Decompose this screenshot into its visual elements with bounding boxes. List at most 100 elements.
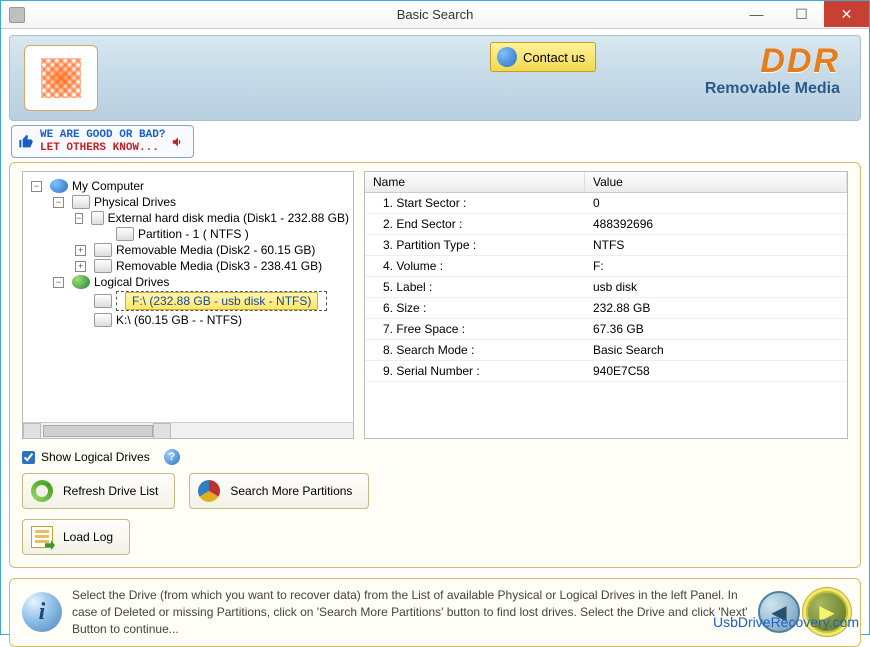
refresh-icon (31, 480, 53, 502)
logical-drive-label: F:\ (232.88 GB - usb disk - NTFS) (125, 292, 318, 310)
tree-node-logical-k[interactable]: K:\ (60.15 GB - - NTFS) (27, 312, 349, 328)
megaphone-icon (171, 135, 185, 149)
logical-drive-label: K:\ (60.15 GB - - NTFS) (116, 313, 242, 327)
feedback-line-2: LET OTHERS KNOW... (40, 142, 165, 155)
properties-grid: Name Value 1. Start Sector :02. End Sect… (364, 171, 848, 439)
button-row-2: Load Log (22, 519, 848, 555)
cell-value: 940E7C58 (585, 361, 847, 381)
expander-icon[interactable]: + (75, 245, 86, 256)
tree-node-physical-drives[interactable]: − Physical Drives (27, 194, 349, 210)
cell-name: 2. End Sector : (365, 214, 585, 234)
cell-value: 232.88 GB (585, 298, 847, 318)
cell-value: Basic Search (585, 340, 847, 360)
volume-icon (94, 294, 112, 308)
feedback-line-1: WE ARE GOOD OR BAD? (40, 129, 165, 142)
app-window: Basic Search — ☐ ✕ Contact us DDR Remova… (0, 0, 870, 635)
cell-value: 67.36 GB (585, 319, 847, 339)
tree-node-logical-f[interactable]: F:\ (232.88 GB - usb disk - NTFS) (27, 290, 349, 312)
horizontal-scrollbar[interactable] (23, 422, 353, 438)
window-controls: — ☐ ✕ (734, 1, 869, 27)
cell-name: 8. Search Mode : (365, 340, 585, 360)
logical-drives-icon (72, 275, 90, 289)
col-header-name[interactable]: Name (365, 172, 585, 192)
partition-label: Partition - 1 ( NTFS ) (138, 227, 249, 241)
cell-name: 6. Size : (365, 298, 585, 318)
grid-row[interactable]: 3. Partition Type :NTFS (365, 235, 847, 256)
titlebar: Basic Search — ☐ ✕ (1, 1, 869, 29)
grid-row[interactable]: 4. Volume :F: (365, 256, 847, 277)
grid-row[interactable]: 5. Label :usb disk (365, 277, 847, 298)
maximize-button[interactable]: ☐ (779, 1, 824, 27)
cell-value: NTFS (585, 235, 847, 255)
cell-name: 7. Free Space : (365, 319, 585, 339)
button-row: Refresh Drive List Search More Partition… (22, 473, 848, 509)
expander-icon[interactable]: − (75, 213, 83, 224)
computer-icon (50, 179, 68, 193)
tree-node-disk3[interactable]: + Removable Media (Disk3 - 238.41 GB) (27, 258, 349, 274)
tree-node-my-computer[interactable]: − My Computer (27, 178, 349, 194)
partition-icon (116, 227, 134, 241)
tree-node-disk2[interactable]: + Removable Media (Disk2 - 60.15 GB) (27, 242, 349, 258)
grid-header: Name Value (365, 172, 847, 193)
volume-icon (94, 313, 112, 327)
grid-row[interactable]: 2. End Sector :488392696 (365, 214, 847, 235)
load-log-button[interactable]: Load Log (22, 519, 130, 555)
help-icon[interactable]: ? (164, 449, 180, 465)
brand-subtitle: Removable Media (705, 80, 840, 98)
person-icon (497, 47, 517, 67)
app-logo (24, 45, 98, 111)
tree-node-disk1[interactable]: − External hard disk media (Disk1 - 232.… (27, 210, 349, 226)
cell-value: F: (585, 256, 847, 276)
footer-panel: i Select the Drive (from which you want … (9, 578, 861, 646)
hint-text: Select the Drive (from which you want to… (72, 587, 748, 637)
expander-icon[interactable]: − (31, 181, 42, 192)
disk-label: External hard disk media (Disk1 - 232.88… (108, 211, 349, 225)
contact-us-label: Contact us (523, 50, 585, 65)
show-logical-drives-input[interactable] (22, 451, 35, 464)
website-link[interactable]: UsbDriveRecovery.com (713, 614, 859, 630)
cell-value: usb disk (585, 277, 847, 297)
cell-name: 4. Volume : (365, 256, 585, 276)
grid-row[interactable]: 1. Start Sector :0 (365, 193, 847, 214)
search-more-partitions-button[interactable]: Search More Partitions (189, 473, 369, 509)
panels-row: − My Computer − Physical Drives − Extern… (22, 171, 848, 439)
expander-icon[interactable]: − (53, 197, 64, 208)
disk-label: Removable Media (Disk3 - 238.41 GB) (116, 259, 322, 273)
feedback-button[interactable]: WE ARE GOOD OR BAD? LET OTHERS KNOW... (11, 125, 194, 158)
cell-value: 0 (585, 193, 847, 213)
hard-disk-icon (91, 211, 104, 225)
show-logical-drives-label: Show Logical Drives (41, 450, 150, 464)
drive-tree[interactable]: − My Computer − Physical Drives − Extern… (23, 172, 353, 422)
refresh-label: Refresh Drive List (63, 484, 158, 498)
leaf-spacer (97, 229, 108, 240)
contact-us-button[interactable]: Contact us (490, 42, 596, 72)
cell-name: 5. Label : (365, 277, 585, 297)
scrollbar-thumb[interactable] (43, 425, 153, 437)
expander-icon[interactable]: + (75, 261, 86, 272)
grid-row[interactable]: 8. Search Mode :Basic Search (365, 340, 847, 361)
search-more-label: Search More Partitions (230, 484, 352, 498)
refresh-drive-list-button[interactable]: Refresh Drive List (22, 473, 175, 509)
show-logical-drives-checkbox[interactable]: Show Logical Drives (22, 450, 150, 464)
brand-block: DDR Removable Media (705, 44, 840, 98)
my-computer-label: My Computer (72, 179, 144, 193)
expander-icon[interactable]: − (53, 277, 64, 288)
cell-value: 488392696 (585, 214, 847, 234)
cell-name: 9. Serial Number : (365, 361, 585, 381)
tree-node-logical-drives[interactable]: − Logical Drives (27, 274, 349, 290)
log-file-icon (31, 526, 53, 548)
close-button[interactable]: ✕ (824, 1, 869, 27)
pie-chart-icon (198, 480, 220, 502)
tree-node-partition[interactable]: Partition - 1 ( NTFS ) (27, 226, 349, 242)
grid-row[interactable]: 9. Serial Number :940E7C58 (365, 361, 847, 382)
grid-row[interactable]: 7. Free Space :67.36 GB (365, 319, 847, 340)
col-header-value[interactable]: Value (585, 172, 847, 192)
logical-drives-label: Logical Drives (94, 275, 169, 289)
thumbs-up-icon (18, 134, 34, 150)
minimize-button[interactable]: — (734, 1, 779, 27)
load-log-label: Load Log (63, 530, 113, 544)
hard-disk-icon (94, 259, 112, 273)
controls-row: Show Logical Drives ? (22, 449, 848, 465)
grid-row[interactable]: 6. Size :232.88 GB (365, 298, 847, 319)
cell-name: 3. Partition Type : (365, 235, 585, 255)
